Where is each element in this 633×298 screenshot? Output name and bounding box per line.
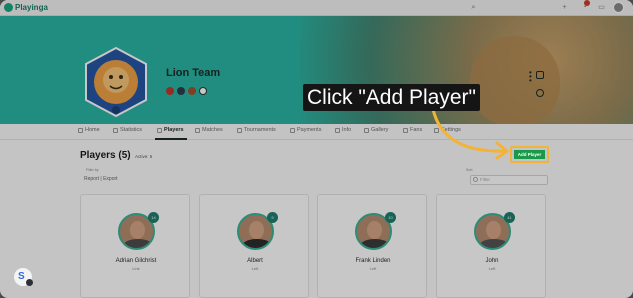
notification-badge bbox=[584, 0, 590, 6]
app-logo[interactable]: Playinga bbox=[4, 3, 48, 12]
tab-payments[interactable]: Payments bbox=[290, 127, 321, 133]
player-role: Left bbox=[251, 266, 259, 271]
team-emblem bbox=[85, 46, 147, 118]
report-export-link[interactable]: Report | Export bbox=[84, 176, 118, 182]
player-role: Left bbox=[488, 266, 496, 271]
app-name: Playinga bbox=[15, 3, 48, 12]
tab-home[interactable]: Home bbox=[78, 127, 100, 133]
player-name: Albert bbox=[247, 258, 263, 264]
filter-label: Filter by bbox=[86, 168, 99, 172]
sport-icon bbox=[177, 87, 185, 95]
jersey-number-badge: 14 bbox=[148, 212, 159, 223]
statistics-icon bbox=[113, 127, 118, 133]
tab-tournaments[interactable]: Tournaments bbox=[237, 127, 276, 133]
player-name: John bbox=[485, 258, 499, 264]
instagram-icon[interactable] bbox=[536, 71, 544, 79]
active-tab-indicator bbox=[155, 138, 187, 140]
top-bar: Playinga ⌕ + ◔ ▭ bbox=[0, 0, 633, 16]
user-avatar[interactable] bbox=[613, 2, 624, 13]
plus-icon[interactable]: + bbox=[560, 3, 569, 12]
player-card[interactable]: 9 Albert Left bbox=[199, 194, 309, 298]
player-card[interactable]: 41 John Left bbox=[436, 194, 546, 298]
active-count: Active: 5 bbox=[135, 154, 153, 159]
search-input[interactable]: Filter bbox=[470, 175, 548, 185]
tab-label: Matches bbox=[202, 127, 223, 133]
tab-fans[interactable]: Fans bbox=[403, 127, 422, 133]
tab-label: Players bbox=[164, 127, 184, 133]
sort-label: Sort bbox=[466, 168, 473, 172]
search-icon[interactable]: ⌕ bbox=[469, 3, 478, 12]
help-badge bbox=[26, 279, 33, 286]
tab-label: Statistics bbox=[120, 127, 143, 133]
player-name: Adrian Gilchrist bbox=[115, 258, 157, 264]
tab-label: Fans bbox=[410, 127, 423, 133]
tab-label: Info bbox=[342, 127, 352, 133]
info-icon bbox=[335, 127, 340, 133]
search-icon bbox=[473, 177, 478, 182]
pointer-arrow-icon bbox=[431, 107, 509, 160]
help-widget[interactable]: S bbox=[14, 268, 33, 286]
more-options-icon[interactable]: • • • bbox=[529, 69, 532, 85]
help-icon: S bbox=[18, 271, 25, 282]
jersey-number-badge: 41 bbox=[504, 212, 515, 223]
gallery-icon bbox=[364, 127, 369, 133]
search-placeholder: Filter bbox=[480, 177, 490, 182]
player-role: Left bbox=[369, 266, 377, 271]
trophy-icon bbox=[237, 127, 242, 133]
tab-statistics[interactable]: Statistics bbox=[113, 127, 142, 133]
jersey-number-badge: 9 bbox=[267, 212, 278, 223]
tutorial-callout: Click "Add Player" bbox=[303, 84, 480, 111]
globe-icon[interactable] bbox=[536, 89, 544, 97]
player-card[interactable]: 14 Adrian Gilchrist Link bbox=[80, 194, 190, 298]
tab-label: Home bbox=[85, 127, 100, 133]
home-icon bbox=[78, 127, 83, 133]
tab-matches[interactable]: Matches bbox=[195, 127, 223, 133]
players-icon bbox=[157, 127, 162, 133]
tab-label: Tournaments bbox=[244, 127, 276, 133]
social-links bbox=[536, 71, 544, 107]
team-sport-icons bbox=[166, 87, 207, 95]
sport-icon bbox=[199, 87, 207, 95]
sport-icon bbox=[166, 87, 174, 95]
tab-info[interactable]: Info bbox=[335, 127, 351, 133]
sport-icon bbox=[188, 87, 196, 95]
jersey-number-badge: 10 bbox=[385, 212, 396, 223]
team-name: Lion Team bbox=[166, 67, 221, 79]
player-card[interactable]: 10 Frank Linden Left bbox=[317, 194, 427, 298]
matches-icon bbox=[195, 127, 200, 133]
tab-label: Payments bbox=[297, 127, 322, 133]
tab-label: Gallery bbox=[371, 127, 389, 133]
player-name: Frank Linden bbox=[355, 258, 391, 264]
tab-players[interactable]: Players bbox=[157, 127, 184, 133]
team-nav: Home Statistics Players Matches Tourname… bbox=[0, 124, 633, 140]
logo-icon bbox=[4, 3, 13, 12]
app-window: Playinga ⌕ + ◔ ▭ Lion Team • • • Home St… bbox=[0, 0, 633, 298]
page-title: Players (5) bbox=[80, 150, 131, 161]
tab-gallery[interactable]: Gallery bbox=[364, 127, 388, 133]
payments-icon bbox=[290, 127, 295, 133]
fans-icon bbox=[403, 127, 408, 133]
message-icon[interactable]: ▭ bbox=[597, 3, 606, 12]
player-role: Link bbox=[132, 266, 140, 271]
